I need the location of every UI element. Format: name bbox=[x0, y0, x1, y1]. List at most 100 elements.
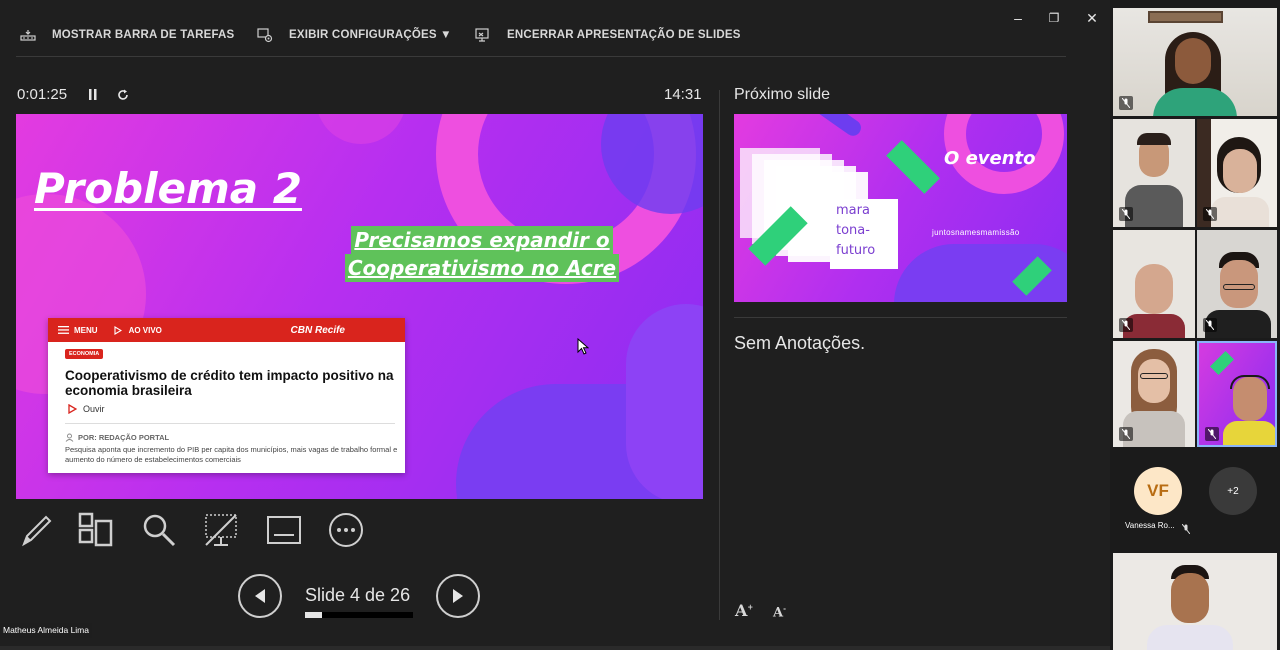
play-icon bbox=[114, 325, 122, 335]
end-slideshow-icon bbox=[473, 25, 493, 45]
minimize-icon: – bbox=[1014, 10, 1022, 26]
muted-mic-icon bbox=[1119, 207, 1133, 221]
decrease-font-button[interactable]: A- bbox=[773, 604, 786, 620]
restart-timer-icon[interactable] bbox=[116, 88, 130, 107]
muted-mic-icon bbox=[1119, 96, 1133, 110]
news-description: Pesquisa aponta que incremento do PIB pe… bbox=[65, 445, 398, 464]
news-header-bar: MENU AO VIVO CBN Recife bbox=[48, 318, 405, 342]
end-slideshow-button[interactable]: ENCERRAR APRESENTAÇÃO DE SLIDES bbox=[473, 22, 741, 48]
restore-button[interactable]: ❐ bbox=[1042, 8, 1066, 28]
video-tile[interactable] bbox=[1197, 119, 1277, 227]
subtitles-icon bbox=[267, 516, 301, 544]
glasses bbox=[1140, 373, 1168, 379]
news-category-badge: ECONOMIA bbox=[65, 349, 104, 359]
card-text: tona- bbox=[836, 223, 870, 238]
mouse-cursor-icon bbox=[577, 337, 590, 361]
next-slide-title: O evento bbox=[944, 148, 1036, 169]
video-tile[interactable] bbox=[1113, 230, 1195, 338]
video-tile[interactable] bbox=[1113, 553, 1277, 650]
news-byline: POR: REDAÇÃO PORTAL bbox=[65, 433, 169, 442]
news-brand: CBN Recife bbox=[290, 324, 345, 336]
muted-mic-icon bbox=[1203, 318, 1217, 332]
show-taskbar-button[interactable]: MOSTRAR BARRA DE TAREFAS bbox=[18, 22, 234, 48]
next-slide-label: Próximo slide bbox=[734, 86, 831, 103]
headset bbox=[1230, 375, 1270, 389]
close-button[interactable]: ✕ bbox=[1080, 8, 1104, 28]
slide-highlight-line: Cooperativismo no Acre bbox=[344, 254, 620, 282]
slide-deco-green bbox=[886, 140, 940, 194]
next-slide-preview[interactable]: mara tona- futuro O evento juntosnamesma… bbox=[734, 114, 1067, 302]
video-tile[interactable] bbox=[1113, 119, 1195, 227]
participant-face bbox=[1171, 573, 1209, 623]
avatar[interactable]: VF bbox=[1134, 467, 1182, 515]
slide-progress-bar bbox=[305, 612, 413, 618]
subtitles-button[interactable] bbox=[264, 510, 304, 550]
slide-deco-green bbox=[1209, 350, 1235, 376]
slide-highlight-line: Precisamos expandir o bbox=[351, 226, 613, 254]
panel-divider bbox=[719, 90, 720, 620]
end-slideshow-label: ENCERRAR APRESENTAÇÃO DE SLIDES bbox=[507, 29, 741, 41]
pause-icon[interactable] bbox=[87, 88, 99, 107]
news-menu-label: MENU bbox=[74, 325, 98, 335]
display-settings-icon bbox=[255, 25, 275, 45]
participant-shirt bbox=[1223, 421, 1275, 445]
minimize-button[interactable]: – bbox=[1006, 8, 1030, 28]
slide-deco-wave bbox=[626, 304, 703, 499]
news-screenshot: MENU AO VIVO CBN Recife ECONOMIA Coopera… bbox=[48, 318, 405, 473]
participant-shirt bbox=[1153, 88, 1237, 116]
muted-mic-icon bbox=[1203, 207, 1217, 221]
slide-counter[interactable]: Slide 4 de 26 bbox=[305, 585, 410, 606]
increase-font-button[interactable]: A+ bbox=[735, 601, 753, 620]
presenter-view: MOSTRAR BARRA DE TAREFAS EXIBIR CONFIGUR… bbox=[0, 0, 1110, 650]
participant-face bbox=[1138, 359, 1170, 403]
previous-icon bbox=[255, 589, 265, 603]
see-all-slides-button[interactable] bbox=[76, 510, 116, 550]
muted-mic-icon bbox=[1181, 521, 1191, 539]
more-icon bbox=[329, 513, 363, 547]
taskbar-icon bbox=[18, 25, 38, 45]
toolbar-divider bbox=[16, 56, 1066, 57]
more-options-button[interactable] bbox=[326, 510, 366, 550]
display-settings-button[interactable]: EXIBIR CONFIGURAÇÕES ▼ bbox=[255, 22, 452, 48]
hamburger-icon bbox=[58, 326, 69, 334]
news-divider bbox=[65, 423, 395, 424]
slide-highlight-text: Precisamos expandir o Cooperativismo no … bbox=[342, 226, 622, 282]
video-tile[interactable] bbox=[1113, 8, 1277, 116]
participant-shirt bbox=[1147, 625, 1233, 650]
card-text: mara bbox=[836, 203, 870, 218]
video-tile-active-speaker[interactable] bbox=[1197, 341, 1277, 447]
restore-icon: ❐ bbox=[1048, 11, 1060, 25]
more-participants-button[interactable]: +2 bbox=[1209, 467, 1257, 515]
participant-face bbox=[1175, 38, 1211, 84]
zoom-button[interactable] bbox=[139, 510, 179, 550]
search-icon bbox=[143, 514, 176, 547]
speaker-notes: Sem Anotações. bbox=[734, 333, 866, 353]
clock: 14:31 bbox=[664, 86, 702, 103]
slide-deco-bar bbox=[813, 114, 865, 139]
news-live-label: AO VIVO bbox=[128, 325, 162, 335]
previous-slide-button[interactable] bbox=[238, 574, 282, 618]
next-slide-button[interactable] bbox=[436, 574, 480, 618]
next-slide-tagline: juntosnamesmamissão bbox=[932, 228, 1020, 237]
bottom-strip bbox=[0, 646, 1110, 650]
slide-deco-circle bbox=[316, 114, 406, 144]
video-tile[interactable] bbox=[1197, 230, 1277, 338]
black-screen-button[interactable] bbox=[201, 510, 241, 550]
show-taskbar-label: MOSTRAR BARRA DE TAREFAS bbox=[52, 29, 235, 41]
current-slide[interactable]: Problema 2 Precisamos expandir o Coopera… bbox=[16, 114, 703, 499]
slide-progress-fill bbox=[305, 612, 322, 618]
participant-face bbox=[1135, 264, 1173, 314]
news-headline: Cooperativismo de crédito tem impacto po… bbox=[65, 368, 394, 398]
participant-hair bbox=[1137, 133, 1171, 145]
news-byline-text: POR: REDAÇÃO PORTAL bbox=[78, 433, 170, 442]
muted-mic-icon bbox=[1205, 427, 1219, 441]
pen-tool-button[interactable] bbox=[16, 510, 56, 550]
decrease-font-icon: A bbox=[773, 605, 784, 621]
participant-shirt bbox=[1125, 185, 1183, 227]
increase-font-icon: A bbox=[735, 601, 748, 620]
display-settings-label: EXIBIR CONFIGURAÇÕES ▼ bbox=[289, 29, 452, 41]
video-tile[interactable] bbox=[1113, 341, 1195, 447]
user-icon bbox=[65, 433, 74, 442]
screen-off-icon bbox=[205, 514, 237, 546]
wall-frame bbox=[1148, 11, 1223, 23]
